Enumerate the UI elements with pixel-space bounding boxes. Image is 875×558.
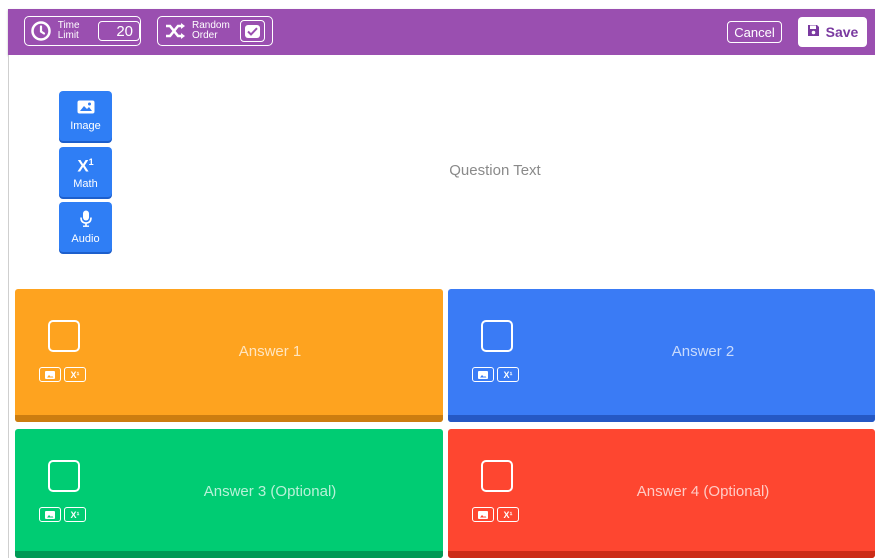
editor-toolbar: Time Limit 20 Random Order Cancel Save — [8, 9, 875, 55]
time-limit-input[interactable]: 20 — [97, 21, 140, 41]
floppy-disk-icon — [807, 24, 820, 40]
math-superscript-icon: X1 — [77, 156, 94, 176]
add-math-button[interactable]: X1 Math — [59, 147, 112, 197]
shuffle-icon — [162, 18, 188, 44]
math-superscript-icon[interactable]: X¹ — [64, 367, 86, 382]
save-label: Save — [825, 24, 859, 40]
card-base-shadow — [448, 415, 875, 422]
add-image-button[interactable]: Image — [59, 91, 112, 141]
answer-tools: X¹ — [472, 507, 519, 522]
correct-answer-checkbox[interactable] — [48, 460, 80, 492]
editor-left-border — [8, 55, 9, 558]
audio-button-label: Audio — [71, 232, 100, 245]
image-button-label: Image — [70, 120, 101, 132]
card-base-shadow — [448, 551, 875, 558]
image-icon[interactable] — [39, 507, 61, 522]
image-icon[interactable] — [472, 367, 494, 382]
answer-card-3: X¹ Answer 3 (Optional) — [15, 429, 443, 558]
card-base-shadow — [15, 551, 443, 558]
card-base-shadow — [15, 415, 443, 422]
answer-card-1: X¹ Answer 1 — [15, 289, 443, 422]
correct-answer-checkbox[interactable] — [48, 320, 80, 352]
math-superscript-icon[interactable]: X¹ — [64, 507, 86, 522]
question-text-input[interactable]: Question Text — [300, 162, 690, 179]
correct-answer-checkbox[interactable] — [481, 320, 513, 352]
answer-card-2: X¹ Answer 2 — [448, 289, 875, 422]
math-button-label: Math — [73, 177, 98, 190]
answer-tools: X¹ — [39, 367, 86, 382]
answer-card-4: X¹ Answer 4 (Optional) — [448, 429, 875, 558]
time-limit-label: Time Limit — [57, 20, 80, 41]
checkmark-icon — [245, 24, 260, 38]
random-order-label: Random Order — [192, 20, 230, 41]
answer-tools: X¹ — [39, 507, 86, 522]
microphone-icon — [79, 210, 92, 230]
answer-text-input[interactable]: Answer 2 — [583, 343, 823, 360]
image-icon[interactable] — [472, 507, 494, 522]
add-audio-button[interactable]: Audio — [59, 202, 112, 252]
answer-tools: X¹ — [472, 367, 519, 382]
clock-icon — [29, 18, 54, 44]
cancel-button[interactable]: Cancel — [727, 21, 782, 43]
correct-answer-checkbox[interactable] — [481, 460, 513, 492]
time-limit-control[interactable]: Time Limit 20 — [24, 16, 141, 46]
image-icon — [77, 100, 95, 117]
math-superscript-icon[interactable]: X¹ — [497, 507, 519, 522]
answer-text-input[interactable]: Answer 3 (Optional) — [150, 483, 390, 500]
answer-text-input[interactable]: Answer 1 — [150, 343, 390, 360]
answer-text-input[interactable]: Answer 4 (Optional) — [583, 483, 823, 500]
random-order-checkbox[interactable] — [240, 20, 265, 42]
image-icon[interactable] — [39, 367, 61, 382]
math-superscript-icon[interactable]: X¹ — [497, 367, 519, 382]
save-button[interactable]: Save — [798, 17, 867, 47]
random-order-control[interactable]: Random Order — [157, 16, 273, 46]
